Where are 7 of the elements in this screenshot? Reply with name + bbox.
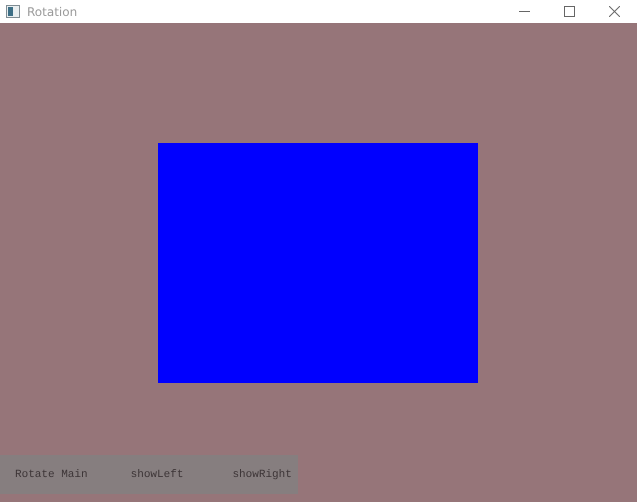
maximize-icon[interactable] [564,6,575,17]
app-icon [6,5,20,18]
close-icon[interactable] [609,6,620,17]
toolbar-button[interactable]: showRight [232,468,292,480]
toolbar-button[interactable]: Rotate Main [15,468,88,480]
toolbar-button[interactable]: showLeft [130,468,184,480]
window-title: Rotation [27,4,78,18]
